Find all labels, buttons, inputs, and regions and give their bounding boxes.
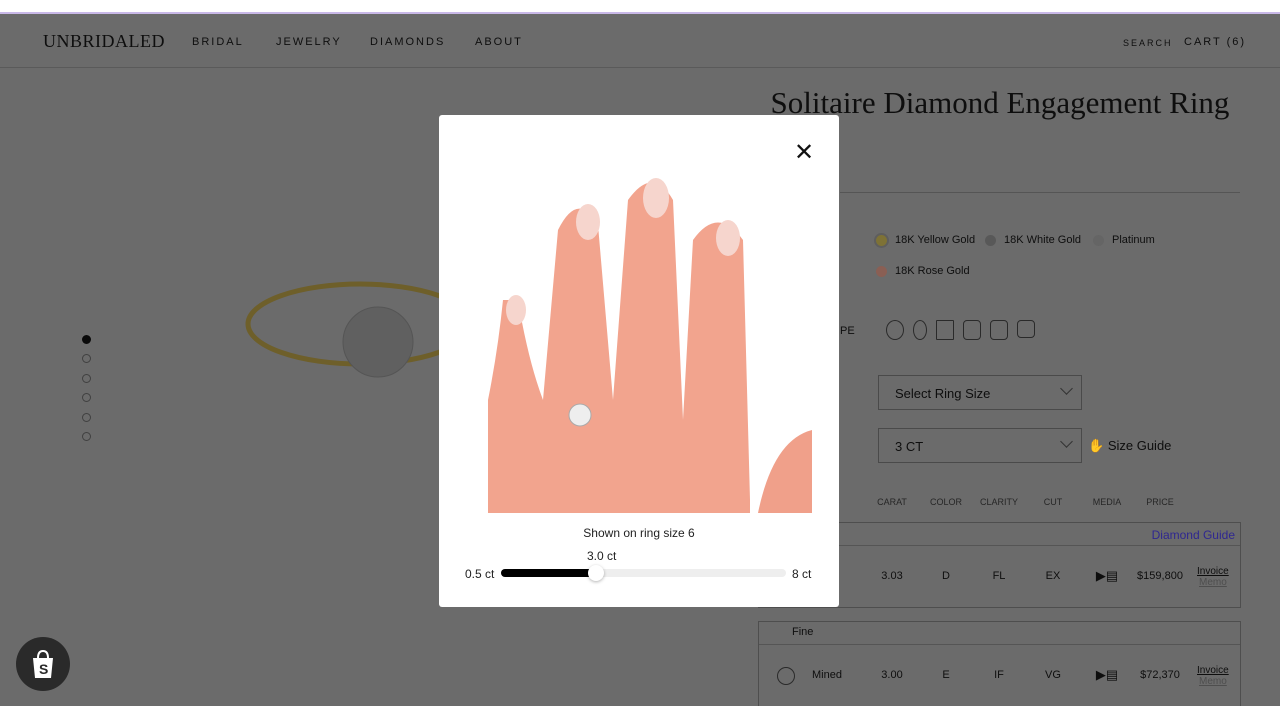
carat-value-label: 3.0 ct [587,549,617,563]
memo-link[interactable]: Memo [1199,577,1227,588]
swatch-icon [876,265,887,277]
ring-size-caption: Shown on ring size 6 [583,526,695,540]
radiant-shape-icon[interactable] [990,320,1008,340]
hand-icon: ✋ [1088,438,1105,453]
princess-shape-icon[interactable] [936,320,954,340]
metal-rose-gold[interactable]: 18K Rose Gold [876,265,970,277]
memo-link[interactable]: Memo [1199,676,1227,687]
cell-cut: EX [1045,570,1061,582]
cell-color: D [942,570,950,582]
ring-size-value: Select Ring Size [895,386,991,401]
cell-price: $159,800 [1137,570,1183,582]
header-clarity: CLARITY [979,497,1019,507]
header-cut: CUT [1043,497,1063,507]
top-strip [0,0,1280,14]
logo[interactable]: UNBRIDALED [43,31,165,52]
metal-label: 18K Rose Gold [895,265,970,277]
header-carat: CARAT [877,497,907,507]
cell-carat: 3.00 [881,669,903,681]
metal-yellow-gold[interactable]: 18K Yellow Gold [876,234,975,246]
metal-label: Platinum [1112,234,1155,246]
cell-origin: Mined [812,669,842,681]
search-link[interactable]: SEARCH [1123,38,1173,48]
metal-platinum[interactable]: Platinum [1093,234,1155,246]
header-price: PRICE [1146,497,1174,507]
shape-label: PE [840,325,855,337]
hand-preview-image [488,170,812,513]
play-video-icon[interactable]: ▶▤ [1096,568,1118,584]
shopping-bag-icon: S [33,649,53,678]
shape-picker [886,320,1035,340]
cell-price: $72,370 [1140,669,1180,681]
metal-label: 18K White Gold [1004,234,1082,246]
image-dot-5[interactable] [82,413,91,422]
diamond-row-2[interactable]: Fine Mined [758,621,1241,706]
group-label: Fine [792,626,814,638]
swatch-icon [985,234,996,246]
image-dot-4[interactable] [82,393,91,402]
slider-min-label: 0.5 ct [465,567,495,581]
svg-text:S: S [39,661,48,677]
nav-about[interactable]: ABOUT [475,36,523,48]
round-shape-icon [777,667,795,685]
slider-thumb[interactable] [588,565,604,581]
metal-white-gold[interactable]: 18K White Gold [985,234,1081,246]
slider-fill [501,569,596,577]
divider [840,192,1240,193]
site-header: UNBRIDALED BRIDAL JEWELRY DIAMONDS ABOUT… [0,14,1280,68]
round-shape-icon[interactable] [886,320,904,340]
chevron-down-icon [1060,382,1073,395]
cell-clarity: FL [992,570,1006,582]
size-guide-label: Size Guide [1107,438,1172,453]
divider [759,644,1240,645]
cart-link[interactable]: CART (6) [1184,36,1246,48]
ring-image [245,281,460,378]
cell-carat: 3.03 [881,570,903,582]
cell-clarity: IF [994,669,1004,681]
oval-shape-icon[interactable] [913,320,927,340]
carat-preview-modal: ✕ Shown on ring size 6 3.0 ct 0.5 ct 8 c… [439,115,839,607]
cell-cut: VG [1045,669,1061,681]
image-dot-1[interactable] [82,335,91,344]
emerald-shape-icon[interactable] [963,320,981,340]
image-dot-2[interactable] [82,354,91,363]
nav-jewelry[interactable]: JEWELRY [276,36,342,48]
swatch-icon [876,234,887,246]
chevron-down-icon [1060,435,1073,448]
carat-slider[interactable] [501,565,786,581]
nav-diamonds[interactable]: DIAMONDS [370,36,445,48]
ring-size-select[interactable]: Select Ring Size [878,375,1082,410]
invoice-link[interactable]: Invoice [1197,566,1229,577]
invoice-link[interactable]: Invoice [1197,665,1229,676]
cell-color: E [942,669,950,681]
shopify-badge[interactable]: S [16,637,70,691]
image-dot-3[interactable] [82,374,91,383]
slider-max-label: 8 ct [792,567,812,581]
image-dot-6[interactable] [82,432,91,441]
swatch-icon [1093,234,1104,246]
carat-value: 3 CT [895,439,924,454]
nav-bridal[interactable]: BRIDAL [192,36,244,48]
close-icon[interactable]: ✕ [794,141,814,165]
play-video-icon[interactable]: ▶▤ [1096,667,1118,683]
diamond-guide-link[interactable]: Diamond Guide [1152,528,1235,542]
cushion-shape-icon[interactable] [1017,320,1035,338]
header-color: COLOR [929,497,963,507]
size-guide-link[interactable]: ✋ Size Guide [1088,438,1171,454]
carat-select[interactable]: 3 CT [878,428,1082,463]
metal-label: 18K Yellow Gold [895,234,976,246]
header-media: MEDIA [1092,497,1122,507]
